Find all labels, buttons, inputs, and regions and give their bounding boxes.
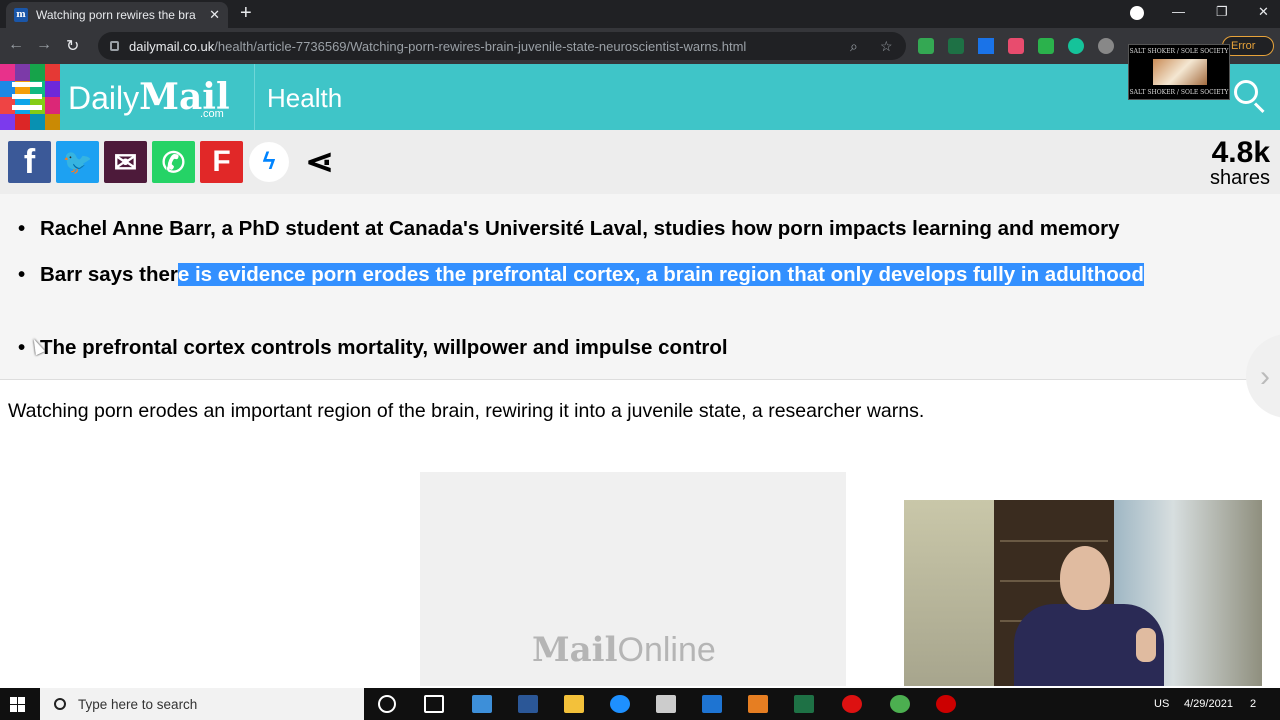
evernote-extension-icon[interactable] xyxy=(1038,38,1054,54)
address-bar[interactable]: dailymail.co.uk /health/article-7736569/… xyxy=(98,32,906,60)
lock-icon xyxy=(110,41,119,51)
new-tab-button[interactable]: + xyxy=(240,3,252,23)
mail-icon[interactable] xyxy=(702,695,722,713)
whatsapp-icon: ✆ xyxy=(161,146,186,178)
record-icon[interactable] xyxy=(936,695,956,713)
share-more-button[interactable]: ⋖ xyxy=(298,141,341,183)
messenger-share-button[interactable]: ϟ xyxy=(249,142,289,182)
whatsapp-share-button[interactable]: ✆ xyxy=(152,141,195,183)
bookmark-star-icon[interactable]: ☆ xyxy=(880,38,893,55)
email-icon: ✉ xyxy=(113,146,138,178)
url-path: /health/article-7736569/Watching-porn-re… xyxy=(214,38,747,54)
media-icon[interactable] xyxy=(748,695,768,713)
task-view-icon[interactable] xyxy=(424,695,444,713)
reload-icon[interactable]: ↻ xyxy=(66,36,79,56)
site-header: DailyMail .com Health xyxy=(0,64,1280,130)
twitter-icon: 🐦 xyxy=(62,148,93,176)
messenger-icon: ϟ xyxy=(262,148,276,175)
chrome-icon[interactable] xyxy=(890,695,910,713)
extension-icon[interactable] xyxy=(918,38,934,54)
app-icon[interactable] xyxy=(472,695,492,713)
overlay-thumbnail: SALT SHOKER / SOLE SOCIETY SALT SHOKER /… xyxy=(1128,44,1230,100)
email-share-button[interactable]: ✉ xyxy=(104,141,147,183)
selected-text: e is evidence porn erodes the prefrontal… xyxy=(177,263,1144,286)
opera-icon[interactable] xyxy=(842,695,862,713)
mailonline-logo: MailOnline xyxy=(532,630,716,670)
restore-button[interactable]: ❐ xyxy=(1216,4,1228,20)
pocket-extension-icon[interactable] xyxy=(1008,38,1024,54)
webcam-overlay xyxy=(904,500,1262,686)
word-icon[interactable] xyxy=(518,695,538,713)
minimize-button[interactable]: — xyxy=(1172,4,1185,19)
chevron-right-icon: › xyxy=(1260,360,1270,393)
settings-extension-icon[interactable] xyxy=(1098,38,1114,54)
bullet-item: Barr says there is evidence porn erodes … xyxy=(18,261,1248,289)
windows-taskbar: Type here to search US 4/29/2021 2 xyxy=(0,688,1280,720)
share-count: 4.8k shares xyxy=(1190,136,1270,189)
article-bullets: Rachel Anne Barr, a PhD student at Canad… xyxy=(0,194,1280,380)
language-indicator[interactable]: US xyxy=(1154,698,1169,710)
article-lead: Watching porn erodes an important region… xyxy=(8,400,925,422)
header-divider xyxy=(254,64,255,130)
section-title[interactable]: Health xyxy=(267,83,342,114)
logo-com: .com xyxy=(200,108,224,120)
search-icon xyxy=(54,698,66,710)
share-count-label: shares xyxy=(1209,167,1270,189)
zoom-icon[interactable]: ⌕ xyxy=(850,38,858,55)
cortana-icon[interactable] xyxy=(378,695,396,713)
bullet-item: Rachel Anne Barr, a PhD student at Canad… xyxy=(18,215,1248,243)
search-icon[interactable] xyxy=(1234,80,1258,104)
share-count-number: 4.8k xyxy=(1211,136,1270,169)
browser-tab[interactable]: m Watching porn rewires the brain ✕ xyxy=(6,2,228,28)
excel-icon[interactable] xyxy=(794,695,814,713)
browser-tab-bar: m Watching porn rewires the brain ✕ + — … xyxy=(0,0,1280,28)
file-explorer-icon[interactable] xyxy=(564,695,584,713)
store-icon[interactable] xyxy=(656,695,676,713)
grammarly-extension-icon[interactable] xyxy=(1068,38,1084,54)
taskbar-date[interactable]: 4/29/2021 xyxy=(1184,698,1233,710)
share-icon: ⋖ xyxy=(305,143,334,181)
forward-arrow-icon[interactable]: → xyxy=(36,36,52,54)
url-host: dailymail.co.uk xyxy=(129,38,215,54)
excel-extension-icon[interactable] xyxy=(948,38,964,54)
article-image-placeholder: MailOnline xyxy=(420,472,846,686)
taskbar-search[interactable]: Type here to search xyxy=(40,688,364,720)
tab-title: Watching porn rewires the brain xyxy=(36,8,196,22)
profile-icon[interactable] xyxy=(1130,6,1144,20)
facebook-icon: f xyxy=(23,142,36,181)
facebook-share-button[interactable]: f xyxy=(8,141,51,183)
download-extension-icon[interactable] xyxy=(978,38,994,54)
flipboard-icon: F xyxy=(212,145,231,178)
hamburger-menu-icon[interactable] xyxy=(12,82,42,110)
share-bar: f 🐦 ✉ ✆ F ϟ ⋖ 4.8k shares xyxy=(0,130,1280,194)
tab-close-icon[interactable]: ✕ xyxy=(209,7,220,23)
bullet-item: The prefrontal cortex controls mortality… xyxy=(18,334,1248,362)
browser-toolbar: ← → ↻ dailymail.co.uk /health/article-77… xyxy=(0,28,1280,64)
dailymail-favicon-icon: m xyxy=(14,8,28,22)
flipboard-share-button[interactable]: F xyxy=(200,141,243,183)
close-window-button[interactable]: ✕ xyxy=(1258,4,1269,20)
notification-count[interactable]: 2 xyxy=(1250,698,1256,710)
windows-start-icon[interactable] xyxy=(10,697,25,712)
edge-icon[interactable] xyxy=(610,695,630,713)
twitter-share-button[interactable]: 🐦 xyxy=(56,141,99,183)
back-arrow-icon[interactable]: ← xyxy=(8,36,24,54)
thumbnail-image xyxy=(1153,59,1207,85)
